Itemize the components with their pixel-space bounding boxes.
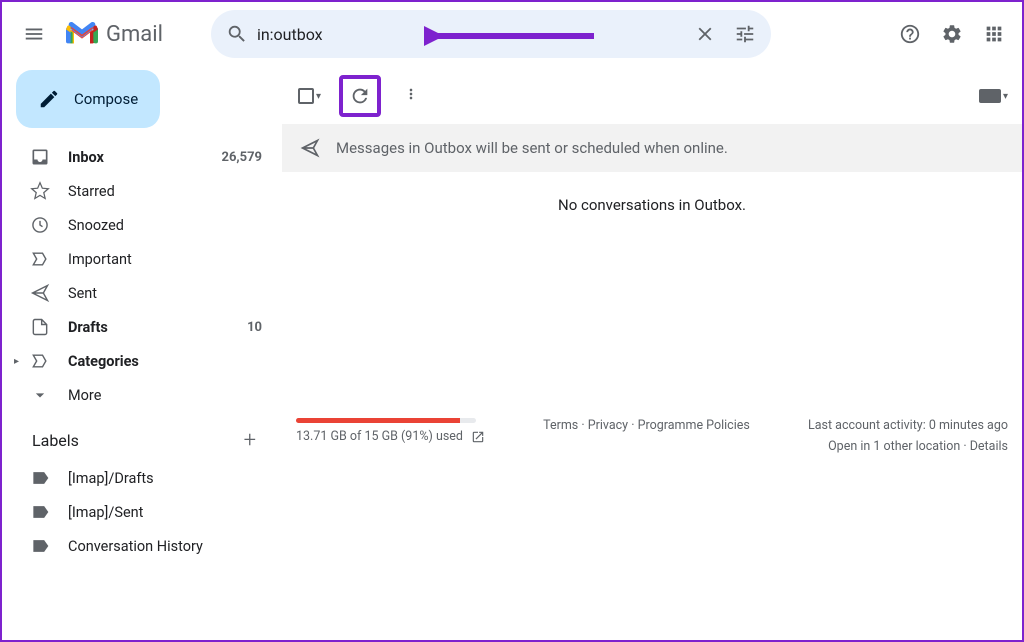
sidebar-item-label: Sent xyxy=(68,285,262,302)
footer-links: Terms · Privacy · Programme Policies xyxy=(543,418,750,454)
sidebar-item-count: 26,579 xyxy=(222,150,263,165)
sidebar-item-sent[interactable]: Sent xyxy=(10,276,274,310)
apps-button[interactable] xyxy=(974,14,1014,54)
gear-icon xyxy=(941,23,963,45)
star-icon xyxy=(30,181,50,201)
activity-section: Last account activity: 0 minutes ago Ope… xyxy=(808,418,1008,454)
sidebar-item-count: 10 xyxy=(247,320,262,335)
label-text: [Imap]/Drafts xyxy=(68,470,262,487)
sidebar-item-label: Drafts xyxy=(68,319,229,336)
help-icon xyxy=(899,23,921,45)
sidebar-item-important[interactable]: Important xyxy=(10,242,274,276)
main-content: ▾ ▾ Messages in Outbox will be sent or s… xyxy=(282,66,1022,640)
support-button[interactable] xyxy=(890,14,930,54)
search-bar[interactable] xyxy=(211,10,771,58)
apps-grid-icon xyxy=(983,23,1005,45)
gmail-logo-icon xyxy=(66,22,98,46)
sidebar-item-starred[interactable]: Starred xyxy=(10,174,274,208)
sidebar-item-label: Categories xyxy=(68,353,262,370)
sidebar-item-label: Snoozed xyxy=(68,217,262,234)
footer: 13.71 GB of 15 GB (91%) used Terms · Pri… xyxy=(282,418,1022,454)
more-icon xyxy=(30,385,50,405)
send-icon xyxy=(300,138,320,158)
empty-conversations-text: No conversations in Outbox. xyxy=(282,172,1022,238)
labels-title: Labels xyxy=(32,431,79,450)
input-tools[interactable]: ▾ xyxy=(979,89,1008,103)
sidebar-item-inbox[interactable]: Inbox 26,579 xyxy=(10,140,274,174)
clock-icon xyxy=(30,215,50,235)
hamburger-icon xyxy=(23,23,45,45)
compose-label: Compose xyxy=(74,90,138,108)
chevron-down-icon: ▾ xyxy=(1003,91,1008,102)
storage-text: 13.71 GB of 15 GB (91%) used xyxy=(296,429,463,444)
open-location-link[interactable]: Open in 1 other location xyxy=(828,439,960,454)
search-input[interactable] xyxy=(257,25,685,44)
search-icon[interactable] xyxy=(217,14,257,54)
label-text: [Imap]/Sent xyxy=(68,504,262,521)
refresh-icon xyxy=(349,85,371,107)
pencil-icon xyxy=(38,88,60,110)
inbox-icon xyxy=(30,147,50,167)
sidebar-item-label: More xyxy=(68,387,262,404)
outbox-notice: Messages in Outbox will be sent or sched… xyxy=(282,124,1022,172)
label-item[interactable]: Conversation History xyxy=(10,529,274,563)
label-icon xyxy=(30,502,50,522)
main-menu-button[interactable] xyxy=(10,10,58,58)
sidebar-item-categories[interactable]: Categories xyxy=(10,344,274,378)
refresh-button-highlighted xyxy=(339,75,381,117)
sidebar-item-drafts[interactable]: Drafts 10 xyxy=(10,310,274,344)
drafts-icon xyxy=(30,317,50,337)
label-icon xyxy=(30,468,50,488)
open-external-icon[interactable] xyxy=(471,430,485,444)
label-icon xyxy=(30,536,50,556)
labels-header: Labels + xyxy=(10,412,274,461)
settings-button[interactable] xyxy=(932,14,972,54)
sidebar-item-label: Starred xyxy=(68,183,262,200)
last-activity: Last account activity: 0 minutes ago xyxy=(808,418,1008,433)
privacy-link[interactable]: Privacy xyxy=(588,418,628,433)
terms-link[interactable]: Terms xyxy=(543,418,578,433)
storage-section: 13.71 GB of 15 GB (91%) used xyxy=(296,418,485,454)
header-actions xyxy=(890,14,1014,54)
programme-link[interactable]: Programme Policies xyxy=(638,418,750,433)
sidebar-item-label: Important xyxy=(68,251,262,268)
add-label-button[interactable]: + xyxy=(244,428,256,453)
toolbar: ▾ ▾ xyxy=(282,72,1022,120)
logo-area[interactable]: Gmail xyxy=(66,22,163,47)
app-header: Gmail xyxy=(2,2,1022,66)
notice-text: Messages in Outbox will be sent or sched… xyxy=(336,139,728,157)
select-all-checkbox[interactable]: ▾ xyxy=(296,86,323,106)
refresh-button[interactable] xyxy=(343,79,377,113)
tune-icon xyxy=(734,23,756,45)
sidebar-item-label: Inbox xyxy=(68,149,204,166)
sidebar: Compose Inbox 26,579 Starred Snoozed Importa… xyxy=(2,66,282,640)
chevron-down-icon: ▾ xyxy=(316,91,321,102)
sidebar-item-snoozed[interactable]: Snoozed xyxy=(10,208,274,242)
clear-search-button[interactable] xyxy=(685,14,725,54)
compose-button[interactable]: Compose xyxy=(16,70,160,128)
sent-icon xyxy=(30,283,50,303)
keyboard-icon xyxy=(979,89,1001,103)
sidebar-item-more[interactable]: More xyxy=(10,378,274,412)
label-item[interactable]: [Imap]/Sent xyxy=(10,495,274,529)
important-icon xyxy=(30,249,50,269)
storage-fill xyxy=(296,418,460,423)
product-name: Gmail xyxy=(106,22,163,47)
body: Compose Inbox 26,579 Starred Snoozed Importa… xyxy=(2,66,1022,640)
label-text: Conversation History xyxy=(68,538,262,555)
storage-bar xyxy=(296,418,476,423)
kebab-icon xyxy=(403,85,419,103)
checkbox-icon xyxy=(298,88,314,104)
details-link[interactable]: Details xyxy=(970,439,1008,454)
categories-icon xyxy=(30,351,50,371)
label-item[interactable]: [Imap]/Drafts xyxy=(10,461,274,495)
more-actions-button[interactable] xyxy=(397,79,425,114)
close-icon xyxy=(694,23,716,45)
search-options-button[interactable] xyxy=(725,14,765,54)
